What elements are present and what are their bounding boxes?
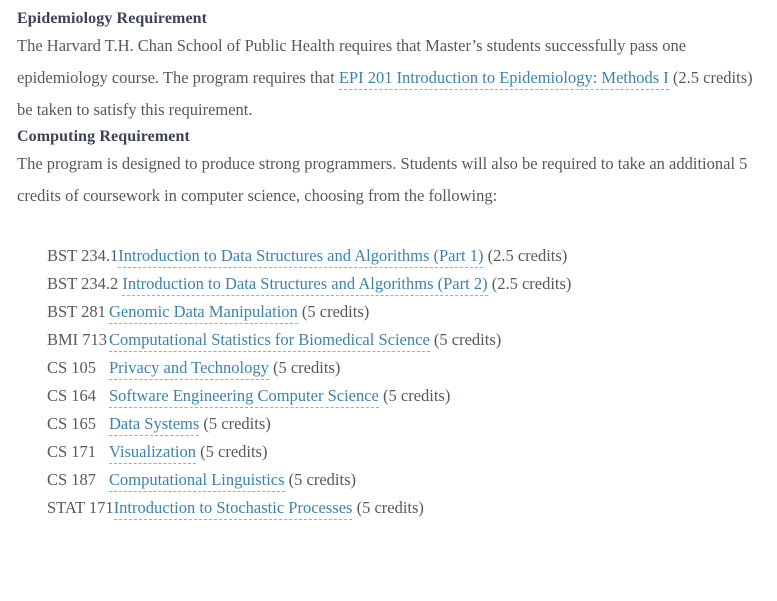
course-credits: (5 credits) bbox=[288, 470, 357, 489]
course-code: BMI 713 bbox=[47, 330, 108, 349]
course-link-epi-201[interactable]: EPI 201 Introduction to Epidemiology: Me… bbox=[338, 68, 669, 90]
course-title-link[interactable]: Computational Linguistics bbox=[109, 470, 285, 492]
course-title-link[interactable]: Introduction to Data Structures and Algo… bbox=[118, 246, 484, 268]
course-code: STAT 171 bbox=[47, 498, 114, 517]
section-heading-computing: Computing Requirement bbox=[17, 128, 190, 145]
section-heading-epidemiology: Epidemiology Requirement bbox=[17, 10, 208, 27]
course-credits: (5 credits) bbox=[433, 330, 502, 349]
list-item: BMI 713 Computational Statistics for Biom… bbox=[17, 326, 765, 354]
course-code: CS 164 bbox=[47, 386, 97, 405]
course-credits: (2.5 credits) bbox=[487, 246, 568, 265]
course-title-link[interactable]: Computational Statistics for Biomedical … bbox=[109, 330, 430, 352]
paragraph-epidemiology: The Harvard T.H. Chan School of Public H… bbox=[17, 30, 765, 126]
course-credits: (2.5 credits) bbox=[491, 274, 572, 293]
list-item: CS 164 Software Engineering Computer Scie… bbox=[17, 382, 765, 410]
course-code: CS 105 bbox=[47, 358, 97, 377]
course-title-link[interactable]: Introduction to Stochastic Processes bbox=[113, 498, 353, 520]
course-title-link[interactable]: Visualization bbox=[109, 442, 196, 464]
list-item: CS 105 Privacy and Technology (5 credits) bbox=[17, 354, 765, 382]
course-credits: (5 credits) bbox=[356, 498, 424, 517]
course-option-list: BST 234.1Introduction to Data Structures… bbox=[17, 242, 765, 522]
list-item: CS 171 Visualization (5 credits) bbox=[17, 438, 765, 466]
course-credits: (5 credits) bbox=[301, 302, 370, 321]
course-title-link[interactable]: Privacy and Technology bbox=[109, 358, 269, 380]
course-credits: (5 credits) bbox=[383, 386, 451, 405]
course-code: BST 234.1 bbox=[47, 246, 119, 265]
paragraph-text-before: The program is designed to produce stron… bbox=[17, 154, 748, 205]
course-title-link[interactable]: Genomic Data Manipulation bbox=[109, 302, 298, 324]
course-code: CS 171 bbox=[47, 442, 97, 461]
course-code: CS 187 bbox=[47, 470, 97, 489]
list-item: BST 281 Genomic Data Manipulation (5 cred… bbox=[17, 298, 765, 326]
course-code: BST 281 bbox=[47, 302, 106, 321]
course-credits: (5 credits) bbox=[200, 442, 268, 461]
course-title-link[interactable]: Data Systems bbox=[109, 414, 200, 436]
course-code: BST 234.2 bbox=[47, 274, 119, 293]
list-item: CS 165 Data Systems (5 credits) bbox=[17, 410, 765, 438]
list-item: STAT 171Introduction to Stochastic Proce… bbox=[17, 494, 765, 522]
document-body: Epidemiology Requirement The Harvard T.H… bbox=[0, 0, 777, 522]
course-title-link[interactable]: Software Engineering Computer Science bbox=[109, 386, 379, 408]
list-item: BST 234.2 Introduction to Data Structure… bbox=[17, 270, 765, 298]
list-item: BST 234.1Introduction to Data Structures… bbox=[17, 242, 765, 270]
list-item: CS 187 Computational Linguistics (5 credi… bbox=[17, 466, 765, 494]
course-title-link[interactable]: Introduction to Data Structures and Algo… bbox=[122, 274, 488, 296]
course-credits: (5 credits) bbox=[272, 358, 341, 377]
course-code: CS 165 bbox=[47, 414, 97, 433]
course-credits: (5 credits) bbox=[203, 414, 271, 433]
paragraph-computing: The program is designed to produce stron… bbox=[17, 148, 765, 212]
